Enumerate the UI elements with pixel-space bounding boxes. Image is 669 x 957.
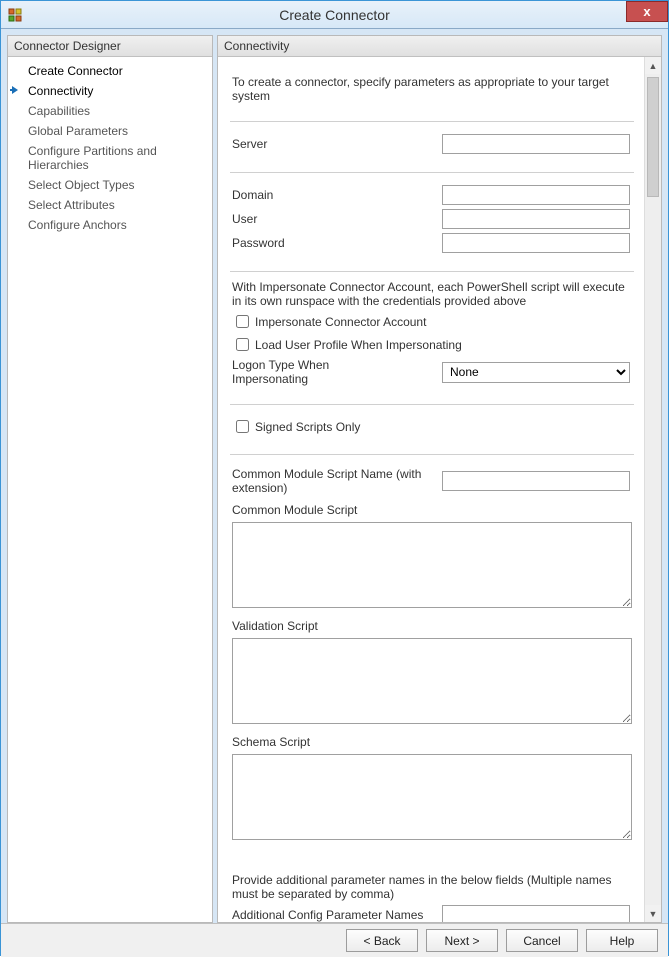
additional-config-input[interactable] bbox=[442, 905, 630, 922]
right-panel-header: Connectivity bbox=[218, 36, 661, 57]
impersonate-intro: With Impersonate Connector Account, each… bbox=[232, 280, 632, 308]
domain-input[interactable] bbox=[442, 185, 630, 205]
nav-item-create-connector[interactable]: Create Connector bbox=[8, 61, 212, 81]
titlebar: Create Connector x bbox=[1, 1, 668, 29]
additional-intro: Provide additional parameter names in th… bbox=[232, 873, 632, 901]
domain-label: Domain bbox=[232, 188, 442, 202]
validation-script-input[interactable] bbox=[232, 638, 632, 724]
nav-item-configure-partitions[interactable]: Configure Partitions and Hierarchies bbox=[8, 141, 212, 175]
footer: < Back Next > Cancel Help bbox=[1, 923, 668, 957]
server-input[interactable] bbox=[442, 134, 630, 154]
common-module-script-input[interactable] bbox=[232, 522, 632, 608]
load-profile-checkbox[interactable] bbox=[236, 338, 249, 351]
impersonate-checkbox[interactable] bbox=[236, 315, 249, 328]
nav-item-configure-anchors[interactable]: Configure Anchors bbox=[8, 215, 212, 235]
user-label: User bbox=[232, 212, 442, 226]
server-label: Server bbox=[232, 137, 442, 151]
nav-list: Create Connector Connectivity Capabiliti… bbox=[8, 57, 212, 235]
logon-type-select[interactable]: None bbox=[442, 362, 630, 383]
validation-script-label: Validation Script bbox=[232, 619, 632, 633]
common-module-script-label: Common Module Script bbox=[232, 503, 632, 517]
left-panel-header: Connector Designer bbox=[8, 36, 212, 57]
scroll-up-icon[interactable]: ▲ bbox=[645, 57, 661, 74]
scroll-down-icon[interactable]: ▼ bbox=[645, 905, 661, 922]
close-button[interactable]: x bbox=[626, 1, 668, 22]
next-button[interactable]: Next > bbox=[426, 929, 498, 952]
nav-label: Select Attributes bbox=[28, 198, 115, 212]
scroll-thumb[interactable] bbox=[647, 77, 659, 197]
nav-label: Configure Anchors bbox=[28, 218, 127, 232]
window-title: Create Connector bbox=[1, 7, 668, 23]
logon-type-label: Logon Type When Impersonating bbox=[232, 358, 372, 386]
schema-script-label: Schema Script bbox=[232, 735, 632, 749]
nav-label: Capabilities bbox=[28, 104, 90, 118]
app-icon bbox=[7, 7, 23, 23]
common-module-name-input[interactable] bbox=[442, 471, 630, 491]
cancel-button[interactable]: Cancel bbox=[506, 929, 578, 952]
nav-item-select-object-types[interactable]: Select Object Types bbox=[8, 175, 212, 195]
intro-text: To create a connector, specify parameter… bbox=[232, 75, 632, 103]
signed-scripts-checkbox[interactable] bbox=[236, 420, 249, 433]
signed-scripts-label: Signed Scripts Only bbox=[255, 420, 360, 434]
left-panel: Connector Designer Create Connector Conn… bbox=[7, 35, 213, 923]
scrollbar[interactable]: ▲ ▼ bbox=[644, 57, 661, 922]
nav-label: Connectivity bbox=[28, 84, 93, 98]
user-input[interactable] bbox=[442, 209, 630, 229]
client-area: Connector Designer Create Connector Conn… bbox=[1, 29, 668, 923]
impersonate-label: Impersonate Connector Account bbox=[255, 315, 426, 329]
nav-label: Select Object Types bbox=[28, 178, 135, 192]
nav-label: Configure Partitions and Hierarchies bbox=[28, 144, 157, 172]
nav-item-capabilities[interactable]: Capabilities bbox=[8, 101, 212, 121]
help-button[interactable]: Help bbox=[586, 929, 658, 952]
load-profile-label: Load User Profile When Impersonating bbox=[255, 338, 462, 352]
nav-label: Create Connector bbox=[28, 64, 123, 78]
nav-item-global-parameters[interactable]: Global Parameters bbox=[8, 121, 212, 141]
content-area: To create a connector, specify parameter… bbox=[218, 57, 644, 922]
nav-label: Global Parameters bbox=[28, 124, 128, 138]
password-label: Password bbox=[232, 236, 442, 250]
nav-item-connectivity[interactable]: Connectivity bbox=[8, 81, 212, 101]
additional-config-label: Additional Config Parameter Names bbox=[232, 908, 442, 922]
password-input[interactable] bbox=[442, 233, 630, 253]
common-module-name-label: Common Module Script Name (with extensio… bbox=[232, 467, 442, 495]
schema-script-input[interactable] bbox=[232, 754, 632, 840]
nav-item-select-attributes[interactable]: Select Attributes bbox=[8, 195, 212, 215]
right-panel: Connectivity To create a connector, spec… bbox=[217, 35, 662, 923]
back-button[interactable]: < Back bbox=[346, 929, 418, 952]
